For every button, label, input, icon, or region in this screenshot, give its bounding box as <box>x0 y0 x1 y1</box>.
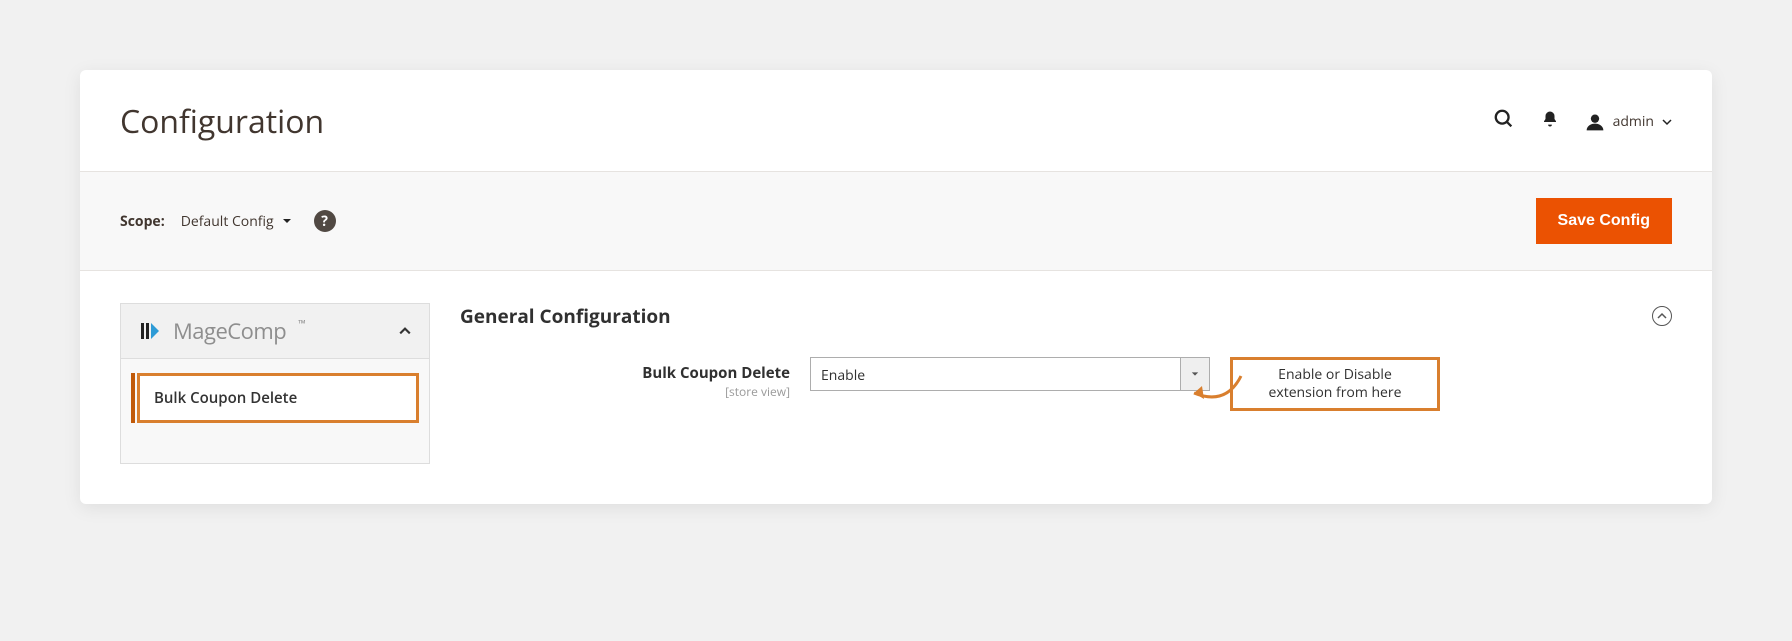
user-icon <box>1585 112 1605 132</box>
scope-label: Scope: <box>120 212 165 231</box>
chevron-down-icon <box>282 216 292 226</box>
sidebar-group-magecomp[interactable]: MageComp ™ <box>120 303 430 359</box>
field-scope-hint: [store view] <box>560 383 790 400</box>
scope-value-text: Default Config <box>181 212 274 231</box>
trademark-icon: ™ <box>298 316 306 330</box>
help-icon[interactable]: ? <box>314 210 336 232</box>
config-sidebar: MageComp ™ Bulk Coupon Delete <box>120 303 430 464</box>
search-icon[interactable] <box>1493 108 1515 135</box>
enable-select[interactable]: Enable <box>810 357 1210 391</box>
collapse-icon[interactable] <box>1652 306 1672 326</box>
sidebar-group-label: MageComp <box>173 316 286 346</box>
section-title: General Configuration <box>460 303 1652 329</box>
main-config-area: General Configuration Bulk Coupon Delete… <box>460 303 1672 464</box>
sidebar-submenu: Bulk Coupon Delete <box>120 359 430 464</box>
scope-toolbar: Scope: Default Config ? Save Config <box>80 171 1712 271</box>
field-label: Bulk Coupon Delete <box>560 363 790 383</box>
user-menu[interactable]: admin <box>1585 112 1672 132</box>
page-header: Configuration admin <box>80 100 1712 171</box>
bell-icon[interactable] <box>1541 110 1559 133</box>
chevron-down-icon <box>1191 370 1199 378</box>
select-value: Enable <box>810 357 1210 391</box>
chevron-up-icon <box>399 320 411 342</box>
chevron-down-icon <box>1662 117 1672 127</box>
magecomp-logo-icon <box>139 319 163 343</box>
select-dropdown-button[interactable] <box>1180 357 1210 391</box>
content-area: MageComp ™ Bulk Coupon Delete General Con… <box>80 271 1712 464</box>
save-config-button[interactable]: Save Config <box>1536 198 1672 244</box>
sidebar-item-bulk-coupon-delete[interactable]: Bulk Coupon Delete <box>137 373 419 423</box>
config-panel: Configuration admin Scope: Default Confi… <box>80 70 1712 504</box>
annotation-callout: Enable or Disable extension from here <box>1230 357 1440 411</box>
scope-selector[interactable]: Default Config <box>181 212 292 231</box>
header-actions: admin <box>1493 108 1672 135</box>
active-indicator <box>131 373 135 423</box>
section-header[interactable]: General Configuration <box>460 303 1672 357</box>
user-name-label: admin <box>1613 112 1654 131</box>
page-title: Configuration <box>120 100 1493 143</box>
field-bulk-coupon-delete: Bulk Coupon Delete [store view] Enable <box>460 357 1672 411</box>
field-label-box: Bulk Coupon Delete [store view] <box>560 357 790 400</box>
